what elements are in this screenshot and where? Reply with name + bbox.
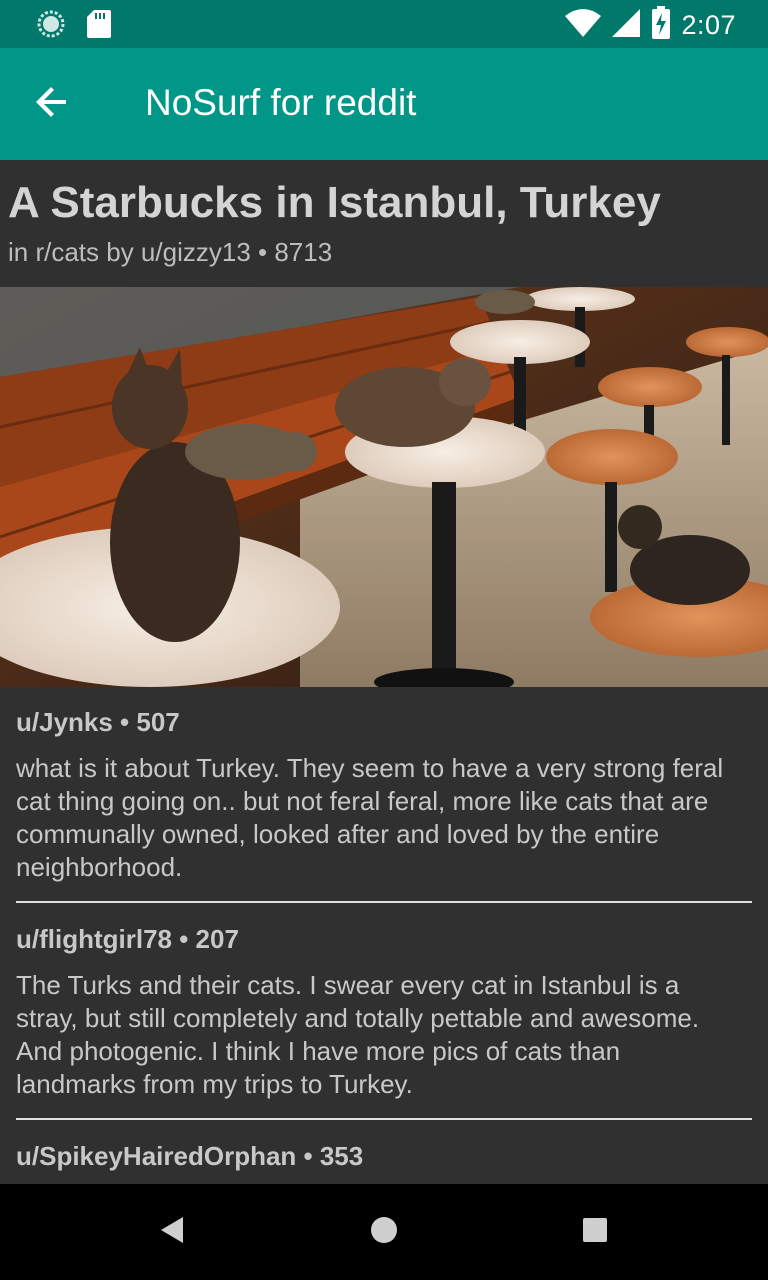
comment-header: u/SpikeyHairedOrphan • 353 xyxy=(16,1141,364,1171)
comment-header: u/Jynks • 507 xyxy=(16,707,180,737)
arrow-back-icon xyxy=(34,84,70,125)
back-triangle-icon xyxy=(159,1216,185,1249)
post-meta: in r/cats by u/gizzy13 • 8713 xyxy=(8,237,333,267)
nav-home-button[interactable] xyxy=(360,1208,408,1256)
post-image[interactable] xyxy=(0,287,768,687)
recents-square-icon xyxy=(582,1217,608,1248)
battery-charging-icon xyxy=(651,6,671,45)
status-right: 2:07 xyxy=(565,6,736,45)
comment-body: what is it about Turkey. They seem to ha… xyxy=(16,753,724,882)
comment-item[interactable]: u/Jynks • 507 what is it about Turkey. T… xyxy=(16,707,752,884)
home-circle-icon xyxy=(370,1216,398,1249)
wifi-icon xyxy=(565,8,602,43)
back-button[interactable] xyxy=(24,76,80,132)
comment-item[interactable]: u/flightgirl78 • 207 The Turks and their… xyxy=(16,924,752,1101)
signal-icon xyxy=(611,8,641,43)
comment-body: The Turks and their cats. I swear every … xyxy=(16,970,700,1099)
status-time: 2:07 xyxy=(681,10,736,40)
status-left xyxy=(36,9,112,44)
comment-divider xyxy=(16,901,752,903)
sd-card-icon xyxy=(86,9,112,44)
app-title: NoSurf for reddit xyxy=(145,82,417,123)
nav-back-button[interactable] xyxy=(148,1208,196,1256)
sync-icon xyxy=(36,9,66,44)
post-title[interactable]: A Starbucks in Istanbul, Turkey xyxy=(8,178,661,228)
status-bar: 2:07 xyxy=(0,0,768,48)
system-nav-bar xyxy=(0,1184,768,1280)
comment-divider xyxy=(16,1118,752,1120)
nav-recents-button[interactable] xyxy=(571,1208,619,1256)
screen: 2:07 NoSurf for reddit A Starbucks in Is… xyxy=(0,0,768,1280)
comment-item[interactable]: u/SpikeyHairedOrphan • 353 xyxy=(16,1141,752,1184)
cats-photo xyxy=(0,287,768,687)
post-header: A Starbucks in Istanbul, Turkey in r/cat… xyxy=(0,160,768,287)
comment-header: u/flightgirl78 • 207 xyxy=(16,924,239,954)
comments-list: u/Jynks • 507 what is it about Turkey. T… xyxy=(0,687,768,1184)
app-bar: NoSurf for reddit xyxy=(0,48,768,160)
